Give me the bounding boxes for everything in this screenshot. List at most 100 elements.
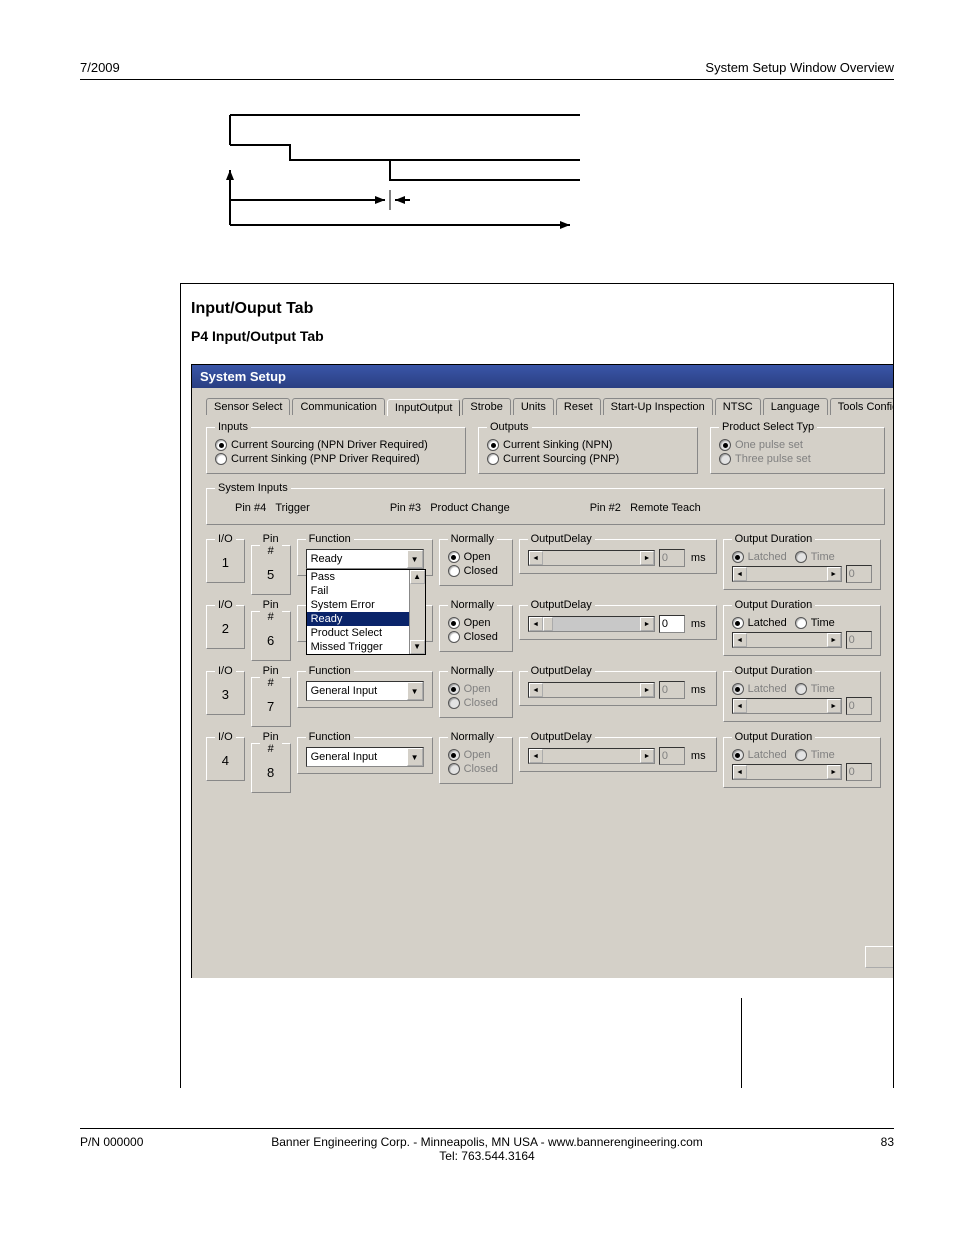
radio-icon	[215, 439, 227, 451]
delay-slider[interactable]: ◄ ►	[528, 616, 655, 632]
io-cell: I/O4	[206, 731, 245, 781]
ok-button[interactable]	[865, 946, 894, 968]
arrow-right-icon[interactable]: ►	[640, 617, 654, 631]
tab-communication[interactable]: Communication	[292, 398, 384, 415]
delay-slider: ◄ ►	[528, 748, 655, 764]
duration-latched-radio[interactable]: Latched	[732, 617, 787, 629]
inputs-sourcing-radio[interactable]: Current Sourcing (NPN Driver Required)	[215, 439, 457, 451]
radio-icon	[795, 551, 807, 563]
normally-closed-radio[interactable]: Closed	[448, 565, 504, 577]
product-select-type-group: Product Select Typ One pulse set Three p…	[710, 421, 885, 474]
pin-cell: Pin #7	[251, 665, 291, 727]
arrow-left-icon: ◄	[733, 765, 747, 779]
duration-slider: ◄ ►	[732, 632, 842, 648]
chevron-down-icon[interactable]: ▼	[407, 748, 423, 766]
tab-strobe[interactable]: Strobe	[462, 398, 510, 415]
output-delay-cell: OutputDelay ◄ ► 0 ms	[519, 533, 717, 574]
function-dropdown[interactable]: Ready ▼	[306, 549, 424, 569]
tab-ntsc[interactable]: NTSC	[715, 398, 761, 415]
duration-value: 0	[846, 631, 872, 649]
chevron-down-icon[interactable]: ▼	[407, 682, 423, 700]
tab-tools-configurat[interactable]: Tools Configurat	[830, 398, 894, 415]
window-titlebar: System Setup	[192, 365, 893, 388]
list-item[interactable]: Pass	[307, 570, 425, 584]
outputs-sourcing-radio[interactable]: Current Sourcing (PNP)	[487, 453, 689, 465]
footer-center-1: Banner Engineering Corp. - Minneapolis, …	[271, 1135, 703, 1149]
duration-value: 0	[846, 565, 872, 583]
radio-icon	[732, 749, 744, 761]
pin4-value: Trigger	[275, 502, 309, 514]
normally-closed-radio: Closed	[448, 697, 504, 709]
normally-closed-radio[interactable]: Closed	[448, 631, 504, 643]
pst-legend: Product Select Typ	[719, 421, 817, 433]
list-item[interactable]: Product Select	[307, 626, 425, 640]
radio-label: Current Sinking (PNP Driver Required)	[231, 453, 420, 465]
io-row-3: I/O3 Pin #7 Function General Input ▼ Nor…	[206, 665, 885, 727]
function-dropdown[interactable]: General Input ▼	[306, 747, 424, 767]
delay-value[interactable]: 0	[659, 615, 685, 633]
footer-page: 83	[881, 1135, 894, 1149]
duration-slider: ◄ ►	[732, 764, 842, 780]
chevron-down-icon[interactable]: ▼	[407, 550, 423, 568]
normally-cell: Normally Open Closed	[439, 599, 513, 652]
vertical-separator	[741, 998, 823, 1088]
tab-start-up-inspection[interactable]: Start-Up Inspection	[603, 398, 713, 415]
timing-diagram	[210, 110, 894, 243]
list-item[interactable]: Fail	[307, 584, 425, 598]
io-cell: I/O3	[206, 665, 245, 715]
tab-inputoutput[interactable]: InputOutput	[387, 399, 461, 416]
delay-value: 0	[659, 681, 685, 699]
radio-icon	[795, 749, 807, 761]
delay-slider: ◄ ►	[528, 682, 655, 698]
scroll-up-icon[interactable]: ▲	[410, 570, 425, 584]
header-title: System Setup Window Overview	[705, 60, 894, 75]
section-subheading: P4 Input/Output Tab	[181, 328, 893, 344]
arrow-left-icon[interactable]: ◄	[529, 617, 543, 631]
inputs-sinking-radio[interactable]: Current Sinking (PNP Driver Required)	[215, 453, 457, 465]
duration-time-radio: Time	[795, 683, 835, 695]
function-listbox[interactable]: PassFailSystem ErrorReadyProduct SelectM…	[306, 569, 426, 655]
normally-closed-radio: Closed	[448, 763, 504, 775]
pin4-label: Pin #4	[235, 502, 266, 514]
tab-reset[interactable]: Reset	[556, 398, 601, 415]
pin-cell: Pin #8	[251, 731, 291, 793]
scroll-down-icon[interactable]: ▼	[410, 640, 425, 654]
radio-icon	[719, 439, 731, 451]
arrow-right-icon: ►	[827, 567, 841, 581]
tab-units[interactable]: Units	[513, 398, 554, 415]
footer-center-2: Tel: 763.544.3164	[439, 1149, 534, 1163]
io-row-4: I/O4 Pin #8 Function General Input ▼ Nor…	[206, 731, 885, 793]
normally-open-radio[interactable]: Open	[448, 617, 504, 629]
normally-open-radio[interactable]: Open	[448, 551, 504, 563]
inputs-group: Inputs Current Sourcing (NPN Driver Requ…	[206, 421, 466, 474]
normally-cell: Normally Open Closed	[439, 533, 513, 586]
arrow-right-icon: ►	[640, 683, 654, 697]
io-cell: I/O2	[206, 599, 245, 649]
arrow-right-icon: ►	[640, 551, 654, 565]
function-dropdown[interactable]: General Input ▼	[306, 681, 424, 701]
radio-icon	[719, 453, 731, 465]
radio-icon	[795, 617, 807, 629]
outputs-sinking-radio[interactable]: Current Sinking (NPN)	[487, 439, 689, 451]
system-setup-window: System Setup Sensor SelectCommunicationI…	[191, 364, 893, 978]
duration-latched-radio: Latched	[732, 749, 787, 761]
radio-label: Three pulse set	[735, 453, 811, 465]
list-item[interactable]: Missed Trigger	[307, 640, 425, 654]
output-duration-cell: Output Duration Latched Time ◄ ► 0	[723, 665, 881, 722]
radio-icon	[448, 617, 460, 629]
tab-sensor-select[interactable]: Sensor Select	[206, 398, 290, 415]
pin3-value: Product Change	[430, 502, 510, 514]
duration-time-radio[interactable]: Time	[795, 617, 835, 629]
duration-slider: ◄ ►	[732, 566, 842, 582]
radio-icon	[448, 697, 460, 709]
list-item[interactable]: Ready	[307, 612, 425, 626]
radio-icon	[487, 453, 499, 465]
slider-thumb[interactable]	[543, 617, 553, 631]
arrow-left-icon: ◄	[529, 749, 543, 763]
list-item[interactable]: System Error	[307, 598, 425, 612]
arrow-left-icon: ◄	[529, 683, 543, 697]
output-delay-cell: OutputDelay ◄ ► 0 ms	[519, 665, 717, 706]
tab-language[interactable]: Language	[763, 398, 828, 415]
io-cell: I/O1	[206, 533, 245, 583]
radio-icon	[448, 749, 460, 761]
